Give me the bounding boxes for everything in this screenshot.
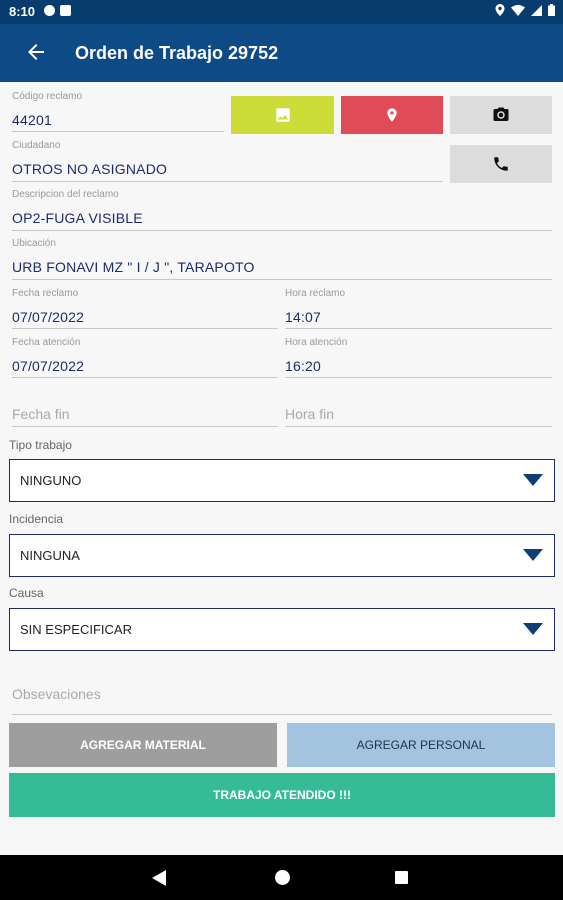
tipo-trabajo-label: Tipo trabajo (9, 438, 72, 452)
image-button[interactable] (231, 96, 334, 134)
signal-icon (531, 4, 542, 16)
hora-atencion-field[interactable]: Hora atención 16:20 (285, 337, 552, 378)
ciudadano-label: Ciudadano (12, 140, 61, 151)
agregar-material-button[interactable]: AGREGAR MATERIAL (9, 723, 277, 767)
fecha-atencion-field[interactable]: Fecha atención 07/07/2022 (12, 337, 278, 378)
location-status-icon (495, 4, 505, 16)
incidencia-label: Incidencia (9, 512, 64, 526)
ubicacion-field[interactable]: Ubicación URB FONAVI MZ " I / J ", TARAP… (12, 238, 552, 280)
trabajo-atendido-button[interactable]: TRABAJO ATENDIDO !!! (9, 773, 555, 817)
hora-fin-placeholder: Hora fin (285, 406, 335, 422)
fecha-atencion-label: Fecha atención (12, 337, 81, 348)
hora-atencion-label: Hora atención (285, 337, 348, 348)
agregar-personal-button[interactable]: AGREGAR PERSONAL (287, 723, 555, 767)
hora-reclamo-field[interactable]: Hora reclamo 14:07 (285, 288, 552, 329)
hora-fin-field[interactable]: Hora fin (285, 398, 552, 427)
incidencia-value: NINGUNA (20, 548, 80, 563)
fecha-fin-placeholder: Fecha fin (12, 406, 70, 422)
sd-card-icon (60, 5, 71, 16)
hora-atencion-value: 16:20 (285, 358, 322, 374)
phone-button[interactable] (450, 145, 552, 183)
triangle-down-icon (523, 549, 543, 561)
tipo-trabajo-value: NINGUNO (20, 473, 82, 488)
triangle-down-icon (523, 474, 543, 486)
codigo-reclamo-field[interactable]: Código reclamo 44201 (12, 91, 224, 132)
codigo-reclamo-value: 44201 (12, 112, 52, 128)
camera-icon (493, 107, 509, 121)
status-notification-icons (44, 5, 71, 16)
ubicacion-label: Ubicación (12, 238, 56, 249)
image-icon (275, 108, 290, 122)
observaciones-field[interactable]: Obsevaciones (12, 677, 552, 715)
fecha-reclamo-field[interactable]: Fecha reclamo 07/07/2022 (12, 288, 278, 329)
arrow-left-icon[interactable] (24, 40, 48, 64)
descripcion-value: OP2-FUGA VISIBLE (12, 210, 143, 226)
nav-recents-icon[interactable] (395, 871, 408, 884)
fecha-fin-field[interactable]: Fecha fin (12, 398, 278, 427)
descripcion-label: Descripcion del reclamo (12, 189, 119, 200)
notification-icon (44, 5, 55, 16)
battery-icon (548, 4, 555, 16)
wifi-icon (511, 4, 525, 16)
system-nav-bar (0, 855, 563, 900)
fecha-reclamo-value: 07/07/2022 (12, 309, 85, 325)
descripcion-field[interactable]: Descripcion del reclamo OP2-FUGA VISIBLE (12, 189, 552, 231)
tipo-trabajo-dropdown[interactable]: NINGUNO (9, 459, 555, 502)
nav-home-icon[interactable] (275, 870, 290, 885)
page-title: Orden de Trabajo 29752 (75, 43, 279, 63)
observaciones-placeholder: Obsevaciones (12, 686, 101, 702)
app-bar: Orden de Trabajo 29752 (0, 24, 563, 82)
phone-icon (494, 157, 508, 171)
ubicacion-value: URB FONAVI MZ " I / J ", TARAPOTO (12, 259, 255, 275)
hora-reclamo-label: Hora reclamo (285, 288, 346, 299)
nav-back-icon[interactable] (152, 870, 166, 886)
location-pin-icon (387, 108, 397, 122)
camera-button[interactable] (450, 96, 552, 134)
triangle-down-icon (523, 623, 543, 635)
incidencia-dropdown[interactable]: NINGUNA (9, 534, 555, 577)
status-time: 8:10 (9, 4, 36, 19)
causa-dropdown[interactable]: SIN ESPECIFICAR (9, 608, 555, 651)
status-system-icons (495, 4, 555, 16)
fecha-reclamo-label: Fecha reclamo (12, 288, 79, 299)
codigo-reclamo-label: Código reclamo (12, 91, 83, 102)
status-bar: 8:10 (0, 0, 563, 24)
ciudadano-value: OTROS NO ASIGNADO (12, 161, 168, 177)
causa-value: SIN ESPECIFICAR (20, 622, 132, 637)
location-button[interactable] (341, 96, 443, 134)
causa-label: Causa (9, 586, 44, 600)
ciudadano-field[interactable]: Ciudadano OTROS NO ASIGNADO (12, 140, 443, 182)
hora-reclamo-value: 14:07 (285, 309, 322, 325)
fecha-atencion-value: 07/07/2022 (12, 358, 85, 374)
